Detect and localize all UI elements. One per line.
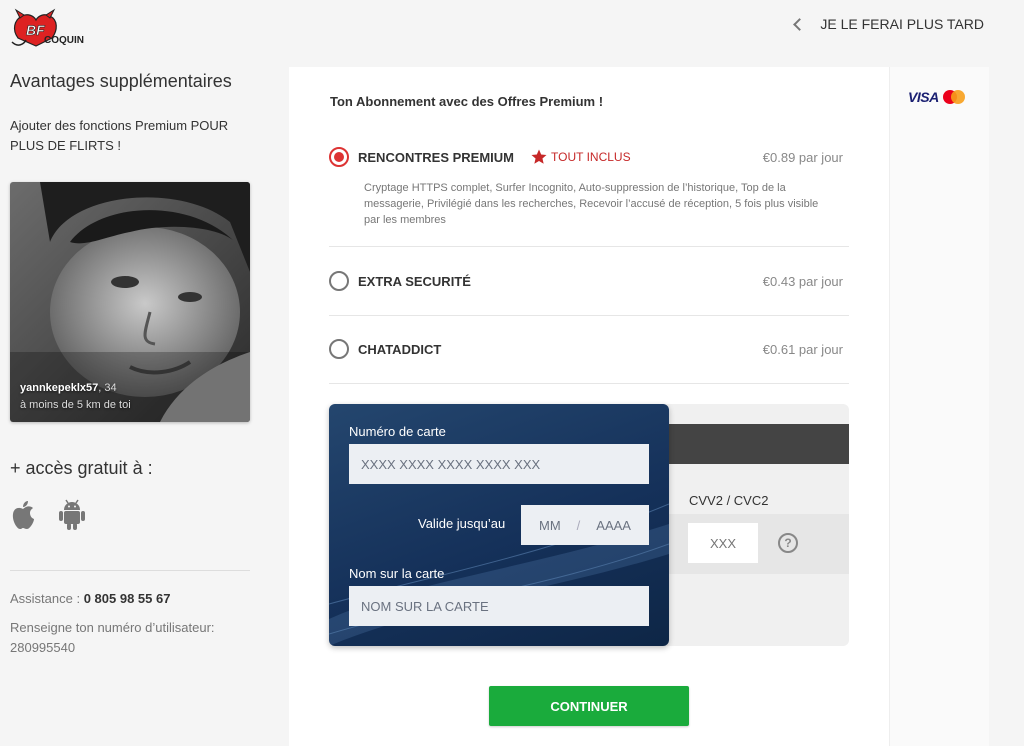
sidebar-title: Avantages supplémentaires [10, 71, 232, 91]
offer-name: CHATADDICT [358, 341, 442, 357]
user-number-label: Renseigne ton numéro d’utilisateur: [10, 620, 215, 635]
assistance-label: Assistance : [10, 591, 84, 606]
badge-label: TOUT INCLUS [551, 150, 631, 164]
sidebar-divider [10, 570, 250, 571]
magnetic-stripe [649, 424, 849, 464]
profile-distance: à moins de 5 km de toi [20, 399, 131, 411]
expiry-year: AAAA [596, 517, 631, 533]
profile-username: yannkepeklx57 [20, 382, 99, 394]
expiry-separator: / [576, 517, 581, 533]
continue-button[interactable]: CONTINUER [489, 686, 689, 726]
assistance-phone[interactable]: 0 805 98 55 67 [84, 591, 171, 606]
offer-chataddict[interactable]: CHATADDICT €0.61 par jour [329, 338, 849, 384]
visa-logo: VISA [908, 89, 939, 105]
offer-radio-selected[interactable] [329, 147, 349, 167]
assistance: Assistance : 0 805 98 55 67 [10, 591, 252, 606]
profile-caption: yannkepeklx57, 34 à moins de 5 km de toi [20, 380, 131, 414]
sidebar: Avantages supplémentaires Ajouter des fo… [10, 68, 252, 658]
expiry-input[interactable]: MM / AAAA [521, 505, 649, 545]
svg-text:COQUIN: COQUIN [44, 35, 84, 46]
offer-price: €0.89 par jour [762, 149, 843, 165]
subscription-panel: Ton Abonnement avec des Offres Premium !… [289, 67, 889, 746]
offer-radio[interactable] [329, 339, 349, 359]
user-number: 280995540 [10, 640, 76, 655]
help-icon[interactable]: ? [778, 533, 798, 553]
later-link[interactable]: JE LE FERAI PLUS TARD [793, 16, 984, 32]
offer-name: EXTRA SECURITÉ [358, 273, 471, 289]
star-icon [531, 149, 547, 164]
later-label: JE LE FERAI PLUS TARD [820, 16, 984, 32]
sidebar-subtitle: Ajouter des fonctions Premium POUR PLUS … [10, 118, 229, 153]
card-name-label: Nom sur la carte [349, 566, 445, 581]
android-icon[interactable] [58, 499, 86, 536]
offer-extra-securite[interactable]: EXTRA SECURITÉ €0.43 par jour [329, 270, 849, 316]
mastercard-icon [942, 90, 965, 104]
offer-radio[interactable] [329, 271, 349, 291]
profile-age: , 34 [98, 382, 117, 394]
cvv-input[interactable] [688, 523, 758, 563]
payment-brands[interactable]: VISA [908, 89, 965, 105]
offer-description: Cryptage HTTPS complet, Surfer Incognito… [364, 182, 819, 226]
user-number-info: Renseigne ton numéro d’utilisateur: 2809… [10, 618, 252, 658]
card-front: Numéro de carte XXXX XXXX XXXX XXXX XXX … [329, 404, 669, 646]
card-number-input[interactable]: XXXX XXXX XXXX XXXX XXX [349, 444, 649, 484]
tout-inclus-badge: TOUT INCLUS [530, 148, 631, 166]
card-name-input[interactable]: NOM SUR LA CARTE [349, 586, 649, 626]
platform-icons [10, 499, 252, 536]
expiry-label: Valide jusqu’au [418, 516, 506, 531]
site-logo[interactable]: BF COQUIN [10, 8, 88, 48]
expiry-month: MM [539, 517, 561, 533]
apple-icon[interactable] [10, 500, 36, 535]
free-access-title: + accès gratuit à : [10, 458, 153, 478]
card-number-label: Numéro de carte [349, 424, 446, 439]
subscription-title: Ton Abonnement avec des Offres Premium ! [330, 94, 604, 109]
profile-card[interactable]: yannkepeklx57, 34 à moins de 5 km de toi [10, 182, 250, 422]
chevron-left-icon [793, 17, 807, 31]
offer-price: €0.61 par jour [762, 341, 843, 357]
offer-name: RENCONTRES PREMIUM [358, 149, 515, 165]
svg-text:BF: BF [26, 22, 45, 38]
payment-brands-panel [889, 67, 989, 746]
offer-rencontres-premium[interactable]: RENCONTRES PREMIUM TOUT INCLUS €0.89 par… [329, 146, 849, 247]
offer-price: €0.43 par jour [762, 273, 843, 289]
cvv-label: CVV2 / CVC2 [689, 493, 769, 508]
